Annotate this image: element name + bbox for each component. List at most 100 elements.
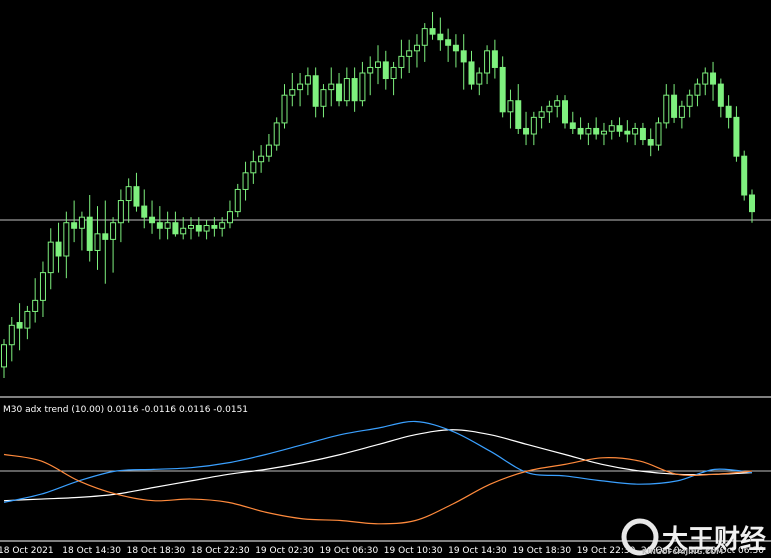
candle-body xyxy=(375,61,381,68)
candle-body xyxy=(717,83,724,107)
candle-body xyxy=(476,72,483,85)
candle-body xyxy=(655,122,662,146)
candle-body xyxy=(86,216,93,251)
candle-body xyxy=(507,100,514,113)
candle-body xyxy=(55,241,62,257)
candle-body xyxy=(686,94,693,107)
time-tick-label: 18 Oct 14:30 xyxy=(62,546,121,556)
candle-body xyxy=(250,161,257,174)
candle-body xyxy=(421,28,428,46)
candle-body xyxy=(398,55,405,68)
candle-body xyxy=(577,127,584,135)
candle-body xyxy=(600,130,607,135)
candle-body xyxy=(632,127,639,135)
candle-body xyxy=(429,28,436,35)
candle-body xyxy=(382,61,389,80)
candle-body xyxy=(484,50,491,74)
candle-body xyxy=(265,144,272,157)
candle-body xyxy=(78,216,85,229)
watermark-url: KINGOFCAIJING.COM xyxy=(642,548,723,556)
candle-body xyxy=(180,227,187,235)
candle-body xyxy=(188,225,194,229)
candle-body xyxy=(156,222,163,229)
candle-body xyxy=(94,233,101,251)
candle-body xyxy=(281,94,288,124)
indicator-label: M30 adx trend (10.00) 0.0116 -0.0116 0.0… xyxy=(3,405,248,415)
candle-body xyxy=(110,222,117,240)
candle-body xyxy=(242,172,249,190)
candle-body xyxy=(367,66,374,74)
candle-body xyxy=(694,83,701,96)
time-tick-label: 19 Oct 02:30 xyxy=(255,546,314,556)
candle-body xyxy=(445,39,452,46)
time-tick-label: 19 Oct 18:30 xyxy=(512,546,571,556)
candle-body xyxy=(554,100,561,107)
candle-body xyxy=(390,66,397,80)
candle-body xyxy=(678,105,685,118)
candle-body xyxy=(663,94,670,124)
candle-body xyxy=(671,94,678,118)
candle-body xyxy=(562,100,568,124)
candle-body xyxy=(639,127,646,141)
candle-body xyxy=(538,111,545,118)
candle-body xyxy=(569,122,576,129)
candle-body xyxy=(39,272,46,301)
candle-body xyxy=(125,186,132,202)
candle-body xyxy=(8,324,15,346)
candle xyxy=(741,150,748,201)
candle-body xyxy=(63,222,70,257)
candle-body xyxy=(195,225,202,232)
candle-body xyxy=(234,188,241,213)
candle-body xyxy=(530,116,537,135)
candle-body xyxy=(1,344,7,368)
candle-body xyxy=(593,127,600,135)
candle-body xyxy=(320,89,327,107)
candle-body xyxy=(491,50,498,68)
candle-body xyxy=(289,89,296,96)
candle-body xyxy=(624,130,631,135)
candle-body xyxy=(608,125,615,132)
candle-body xyxy=(141,205,148,218)
time-tick-label: 19 Oct 06:30 xyxy=(320,546,379,556)
candle-body xyxy=(47,241,54,274)
candle-body xyxy=(133,186,140,207)
candle-body xyxy=(312,75,319,107)
candle-body xyxy=(647,139,654,146)
time-tick-label: 18 Oct 22:30 xyxy=(191,546,250,556)
candle-body xyxy=(32,299,39,312)
candle-body xyxy=(741,155,748,196)
chart-canvas: M30 adx trend (10.00) 0.0116 -0.0116 0.0… xyxy=(0,0,771,558)
candle-body xyxy=(616,125,623,132)
candle-body xyxy=(749,194,755,213)
candle-body xyxy=(71,222,78,229)
candle-body xyxy=(203,225,210,232)
candle-body xyxy=(226,211,233,224)
candle-body xyxy=(515,100,522,129)
candle-body xyxy=(499,66,506,113)
candle-body xyxy=(328,83,335,91)
time-tick-label: 18 Oct 2021 xyxy=(0,546,54,556)
candle-body xyxy=(452,44,459,52)
candle-body xyxy=(304,75,311,85)
time-tick-label: 19 Oct 14:30 xyxy=(448,546,507,556)
candle-body xyxy=(710,72,717,85)
candle-body xyxy=(343,78,350,102)
candle-body xyxy=(413,44,420,52)
candle-body xyxy=(523,127,530,135)
candle-body xyxy=(297,83,304,91)
candle-body xyxy=(406,50,413,57)
candle-body xyxy=(16,322,23,329)
candle-body xyxy=(437,33,444,41)
candle-body xyxy=(336,83,343,102)
candle-body xyxy=(546,105,553,113)
candle-body xyxy=(102,233,109,240)
candle-body xyxy=(219,222,226,229)
candle-body xyxy=(117,200,124,224)
time-tick-label: 19 Oct 10:30 xyxy=(384,546,443,556)
candle-body xyxy=(273,122,280,146)
time-tick-label: 18 Oct 18:30 xyxy=(127,546,186,556)
candle-body xyxy=(351,78,358,102)
candle-body xyxy=(211,225,218,229)
candle-body xyxy=(164,222,171,229)
candle-body xyxy=(359,72,366,102)
